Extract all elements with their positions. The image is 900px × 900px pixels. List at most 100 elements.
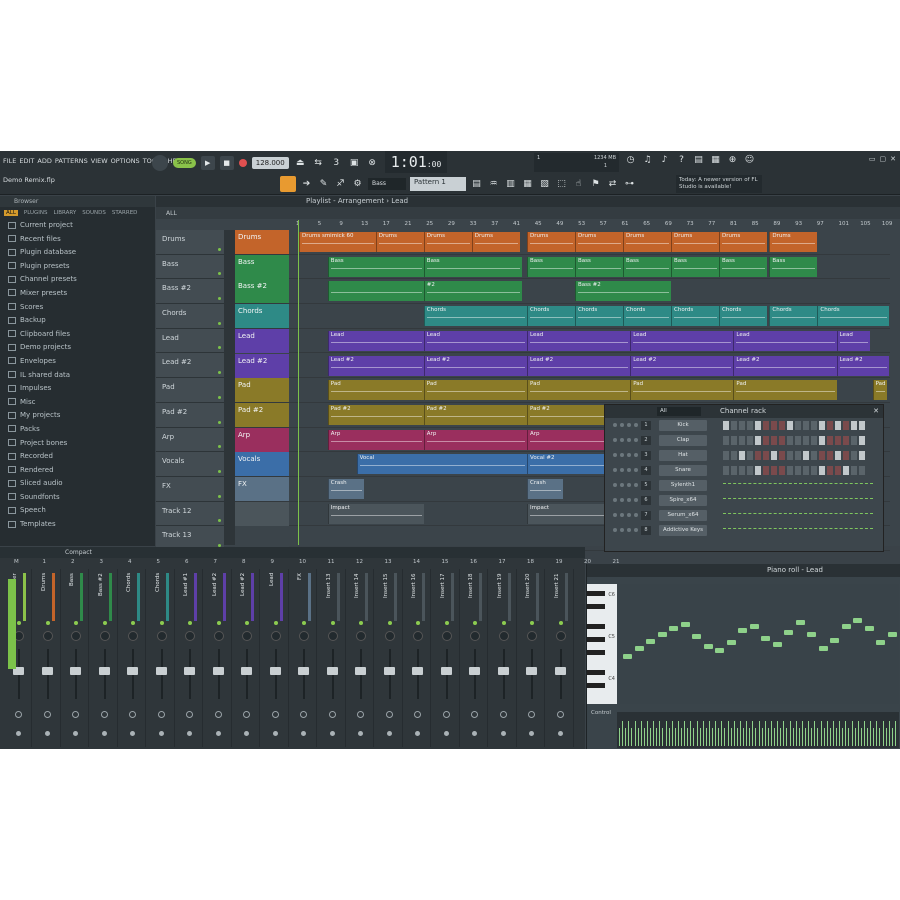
pattern-clip[interactable]: Lead #2 (836, 355, 890, 376)
velocity-bar[interactable] (795, 721, 797, 746)
velocity-bar[interactable] (721, 721, 723, 746)
route-icon[interactable] (499, 711, 507, 718)
route-icon[interactable] (528, 711, 535, 718)
active-led-icon[interactable] (302, 621, 306, 625)
velocity-bar[interactable] (687, 728, 689, 746)
step-button[interactable] (819, 451, 825, 460)
velocity-bar[interactable] (774, 728, 775, 746)
user-icon[interactable]: ☺ (743, 154, 756, 167)
track-row[interactable]: Drums Drums smimick 60 Drums Drums Drums Drum… (235, 230, 890, 255)
volume-fader[interactable] (70, 667, 81, 675)
pan-knob[interactable] (99, 631, 110, 641)
velocity-bar[interactable] (814, 721, 816, 746)
volume-fader[interactable] (155, 667, 167, 675)
led-icon[interactable] (613, 438, 617, 442)
track-name[interactable]: Bass #2 (235, 279, 289, 304)
step-button[interactable] (859, 466, 865, 475)
active-led-icon[interactable] (530, 621, 534, 625)
step-button[interactable] (731, 421, 737, 430)
led-icon[interactable] (634, 423, 638, 427)
led-icon[interactable] (627, 453, 631, 457)
velocity-bar[interactable] (628, 721, 630, 746)
channel-number[interactable]: 2 (641, 436, 651, 445)
note-block[interactable] (646, 639, 655, 644)
volume-fader[interactable] (212, 667, 224, 675)
velocity-bar[interactable] (882, 721, 884, 746)
active-led-icon[interactable] (416, 621, 420, 625)
velocity-bar[interactable] (851, 721, 853, 746)
velocity-bar[interactable] (684, 721, 686, 746)
black-key[interactable] (587, 683, 605, 688)
close-icon[interactable]: ✕ (873, 405, 879, 418)
route-icon[interactable] (556, 711, 564, 718)
channel-row[interactable]: 1 Kick (605, 418, 883, 433)
active-led-icon[interactable] (330, 621, 335, 625)
note-block[interactable] (749, 624, 759, 629)
channel-name-button[interactable]: Snare (659, 465, 707, 476)
velocity-bar[interactable] (681, 728, 682, 746)
step-button[interactable] (819, 466, 825, 475)
step-button[interactable] (787, 451, 793, 460)
help-icon[interactable]: ? (675, 154, 688, 167)
velocity-bar[interactable] (653, 721, 655, 746)
note-block[interactable] (634, 646, 644, 651)
step-button[interactable] (803, 466, 809, 475)
pattern-item[interactable]: Bass #2 (156, 279, 224, 305)
step-button[interactable] (819, 421, 825, 430)
velocity-bar[interactable] (712, 728, 713, 746)
pan-knob[interactable] (270, 631, 281, 641)
route-icon[interactable] (15, 711, 22, 718)
step-button[interactable] (851, 451, 857, 460)
velocity-bar[interactable] (662, 728, 664, 746)
send-icon[interactable] (358, 731, 363, 736)
note-block[interactable] (669, 626, 678, 631)
mixer-strip[interactable]: Insert 15 (377, 569, 403, 747)
pattern-clip[interactable]: Pad (327, 380, 424, 401)
step-button[interactable] (747, 451, 753, 460)
led-icon[interactable] (634, 498, 638, 502)
velocity-bar[interactable] (848, 728, 850, 746)
route-icon[interactable] (100, 711, 108, 718)
step-button[interactable] (811, 421, 817, 430)
channel-name-button[interactable]: Serum_x64 (659, 510, 707, 521)
step-button[interactable] (843, 436, 849, 445)
step-button[interactable] (859, 436, 865, 445)
step-button[interactable] (827, 421, 833, 430)
led-icon[interactable] (620, 438, 624, 442)
mixer-window-icon[interactable]: ▦ (521, 178, 534, 191)
pattern-clip[interactable]: Lead #2 (733, 355, 837, 376)
send-icon[interactable] (529, 731, 534, 736)
pattern-clip[interactable]: Drums (471, 232, 520, 252)
step-button[interactable] (771, 436, 777, 445)
step-button[interactable] (819, 436, 825, 445)
led-icon[interactable] (627, 513, 631, 517)
menu-item[interactable]: PATTERNS (55, 157, 88, 165)
velocity-bar[interactable] (808, 721, 810, 746)
pattern-clip[interactable]: Lead #2 (527, 355, 631, 376)
led-icon[interactable] (613, 513, 617, 517)
step-button[interactable] (779, 421, 785, 430)
tempo-display[interactable]: 128.000 (251, 157, 289, 169)
step-button[interactable] (755, 436, 761, 445)
metronome-icon[interactable]: ⏏ (294, 157, 307, 170)
velocity-bar[interactable] (634, 721, 636, 746)
note-block[interactable] (864, 626, 874, 631)
pattern-item[interactable]: Pad #2 (156, 402, 224, 428)
led-icon[interactable] (627, 423, 631, 427)
velocity-bar[interactable] (693, 728, 695, 746)
step-button[interactable] (739, 421, 745, 430)
step-button[interactable] (771, 421, 777, 430)
brush-icon[interactable]: ♐ (334, 178, 347, 191)
velocity-bar[interactable] (755, 728, 757, 746)
volume-fader[interactable] (469, 667, 480, 675)
send-icon[interactable] (158, 731, 164, 736)
step-button[interactable] (723, 466, 729, 475)
active-led-icon[interactable] (45, 621, 50, 625)
route-icon[interactable] (214, 711, 222, 718)
step-button[interactable] (835, 451, 841, 460)
channel-select[interactable]: Bass (368, 178, 406, 190)
arrow-icon[interactable]: ➔ (300, 178, 313, 191)
pan-knob[interactable] (71, 631, 81, 641)
send-icon[interactable] (44, 731, 50, 736)
track-name[interactable] (235, 501, 289, 526)
